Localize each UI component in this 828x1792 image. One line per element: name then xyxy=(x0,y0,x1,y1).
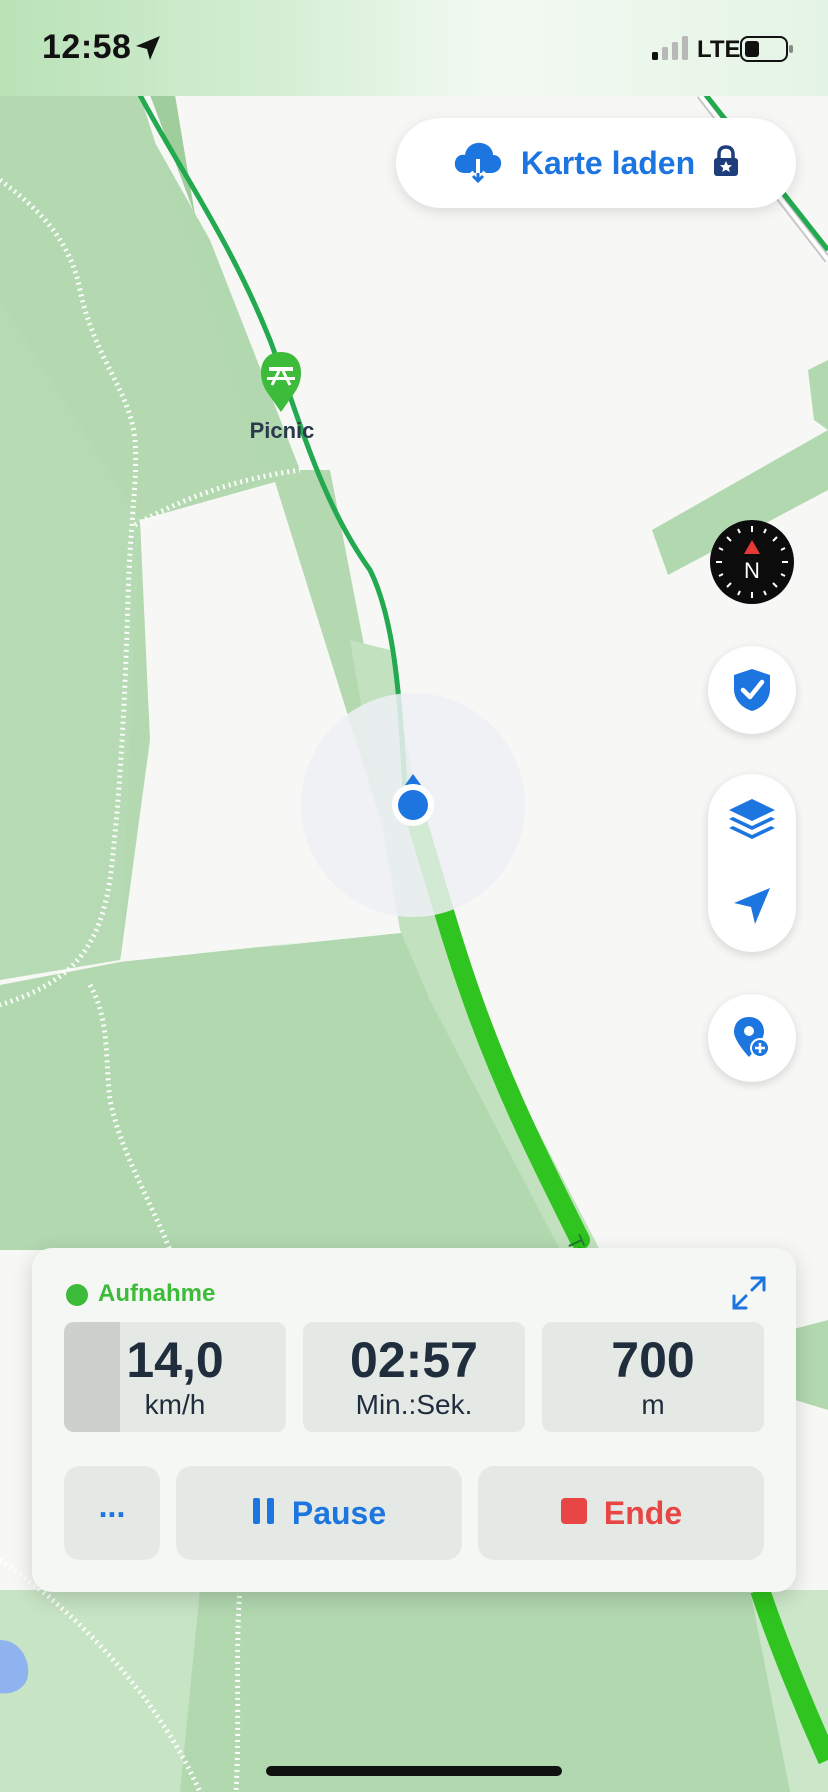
navigation-arrow-icon xyxy=(734,888,770,924)
speed-unit: km/h xyxy=(144,1389,206,1420)
location-arrow-icon xyxy=(134,34,162,67)
compass-letter: N xyxy=(744,558,760,583)
speed-stat: 14,0 km/h xyxy=(64,1322,286,1432)
distance-value: 700 xyxy=(611,1332,695,1388)
pause-icon xyxy=(252,1497,276,1530)
map-controls-stack xyxy=(708,774,796,952)
download-map-button[interactable]: Karte laden xyxy=(396,118,796,208)
duration-value: 02:57 xyxy=(350,1332,478,1388)
recording-panel: Aufnahme 14,0 km/h 02:57 Min.:Sek. 700 m… xyxy=(32,1248,796,1592)
more-label: ... xyxy=(98,1487,126,1524)
status-bar: 12:58 LTE xyxy=(0,0,828,96)
speed-value: 14,0 xyxy=(126,1332,224,1388)
compass-button[interactable]: N xyxy=(710,520,794,604)
battery-icon xyxy=(740,36,794,67)
network-label: LTE xyxy=(697,36,741,63)
expand-icon[interactable] xyxy=(724,1268,774,1318)
safety-button[interactable] xyxy=(708,646,796,734)
end-button[interactable]: Ende xyxy=(478,1466,764,1560)
duration-unit: Min.:Sek. xyxy=(355,1389,473,1420)
add-place-button[interactable] xyxy=(708,994,796,1082)
lock-star-icon xyxy=(713,144,739,182)
recenter-button[interactable] xyxy=(708,862,796,950)
cellular-signal-icon xyxy=(652,36,690,65)
distance-stat: 700 m xyxy=(542,1322,764,1432)
layers-icon xyxy=(729,799,775,839)
more-button[interactable]: ... xyxy=(64,1466,160,1560)
add-place-icon xyxy=(734,1017,770,1058)
download-map-label: Karte laden xyxy=(520,144,696,181)
recording-status: Aufnahme xyxy=(98,1280,216,1307)
poi-label: Picnic xyxy=(250,418,315,443)
duration-stat: 02:57 Min.:Sek. xyxy=(303,1322,525,1432)
status-time: 12:58 xyxy=(42,28,132,66)
shield-check-icon xyxy=(734,669,770,711)
pause-button[interactable]: Pause xyxy=(176,1466,462,1560)
end-label: Ende xyxy=(603,1494,683,1531)
stop-icon xyxy=(560,1497,588,1530)
layers-button[interactable] xyxy=(708,776,796,864)
distance-unit: m xyxy=(641,1389,665,1420)
pause-label: Pause xyxy=(291,1494,387,1531)
cloud-download-icon xyxy=(453,139,503,188)
recording-indicator xyxy=(66,1284,88,1306)
home-indicator[interactable] xyxy=(266,1766,562,1776)
